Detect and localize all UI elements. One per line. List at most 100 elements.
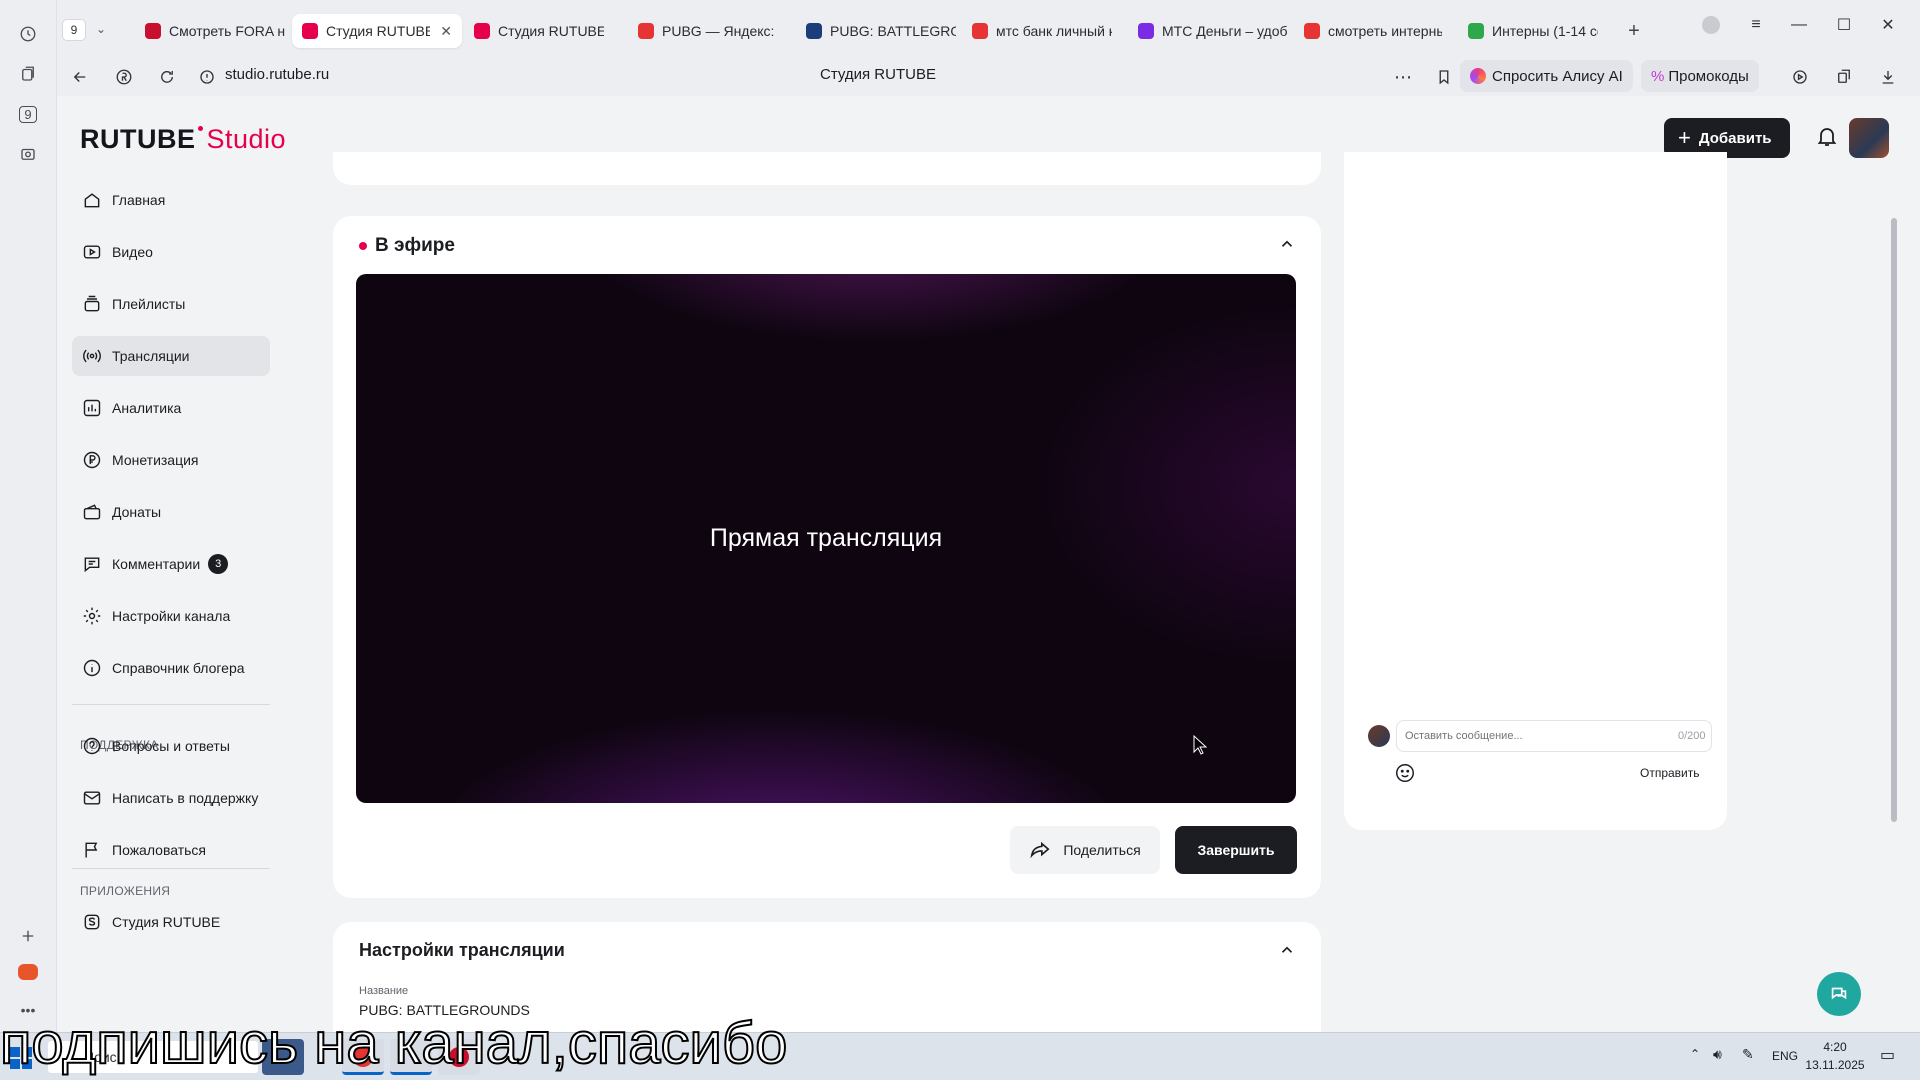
name-label: Название — [359, 985, 409, 997]
add-panel-icon[interactable] — [14, 922, 42, 950]
tray-chevron-icon[interactable]: ⌃ — [1690, 1047, 1700, 1061]
bookmark-icon[interactable] — [1431, 64, 1457, 90]
previous-card — [333, 152, 1321, 185]
volume-icon[interactable]: 🔊︎ — [1713, 1046, 1722, 1063]
tab[interactable]: смотреть интерны — [1294, 14, 1452, 48]
collections-icon[interactable] — [14, 60, 42, 88]
extensions-icon[interactable] — [1831, 64, 1857, 90]
clock[interactable]: 4:20 13.11.2025 — [1800, 1038, 1870, 1074]
sidebar-item[interactable]: Справочник блогера — [72, 648, 270, 688]
tab-favicon-icon — [1468, 23, 1484, 39]
comment-icon — [84, 557, 100, 573]
chat-char-counter: 0/200 — [1678, 730, 1706, 742]
screenshot-icon[interactable] — [14, 140, 42, 168]
collapse-settings-button[interactable] — [1275, 938, 1299, 962]
emoji-icon[interactable] — [1394, 762, 1418, 786]
tab-label: смотреть интерны — [1328, 23, 1442, 39]
sidebar-item[interactable]: Донаты — [72, 492, 270, 532]
tab[interactable]: PUBG: BATTLEGRO — [796, 14, 966, 48]
sidebar-item-label: Настройки канала — [112, 608, 231, 624]
sidebar-item[interactable]: Монетизация — [72, 440, 270, 480]
bell-icon[interactable] — [1815, 124, 1843, 152]
tab-label: мтс банк личный ка — [996, 23, 1112, 39]
alice-icon — [1470, 68, 1486, 84]
pen-icon[interactable]: ✎ — [1742, 1046, 1754, 1063]
avatar[interactable] — [1849, 118, 1889, 158]
sidebar-item-label: Справочник блогера — [112, 660, 245, 676]
tab-label: PUBG — Яндекс: на — [662, 23, 778, 39]
tab[interactable]: Смотреть FORA на — [135, 14, 295, 48]
sidebar-item-label: Написать в поддержку — [112, 790, 259, 806]
sidebar-item-studio-app[interactable]: Студия RUTUBE — [72, 902, 270, 942]
live-indicator-icon — [359, 242, 367, 250]
video-panel-icon[interactable] — [1787, 64, 1813, 90]
sidebar-item[interactable]: Настройки канала — [72, 596, 270, 636]
tab[interactable]: Студия RUTUBE ✕ — [292, 14, 462, 48]
maximize-button[interactable]: ☐ — [1829, 10, 1859, 40]
minimize-button[interactable]: — — [1784, 10, 1814, 40]
collapse-live-button[interactable] — [1275, 232, 1299, 256]
promo-button[interactable]: % Промокоды — [1641, 60, 1759, 92]
sidebar-item[interactable]: Плейлисты — [72, 284, 270, 324]
notifications-icon[interactable]: ▭ — [1880, 1045, 1895, 1065]
video-player[interactable]: Прямая трансляция — [356, 274, 1296, 803]
sidebar-item[interactable]: Главная — [72, 182, 270, 220]
new-tab-button[interactable]: + — [1621, 18, 1647, 44]
download-icon[interactable] — [1875, 64, 1901, 90]
share-button[interactable]: Поделиться — [1010, 826, 1160, 874]
broadcast-icon — [83, 349, 101, 363]
analytics-icon — [83, 399, 101, 417]
sidebar-item[interactable]: Видео — [72, 232, 270, 272]
chat-message-input[interactable] — [1396, 720, 1712, 752]
sidebar-item[interactable]: Аналитика — [72, 388, 270, 428]
tab-favicon-icon — [474, 23, 490, 39]
close-tab-icon[interactable]: ✕ — [440, 23, 452, 40]
tab[interactable]: Студия RUTUBE — [464, 14, 614, 48]
sidebar-item[interactable]: Комментарии 3 — [72, 544, 270, 584]
close-window-button[interactable]: ✕ — [1873, 10, 1903, 40]
reload-button[interactable] — [154, 64, 180, 90]
tab-label: Смотреть FORA на — [169, 23, 285, 39]
tab[interactable]: PUBG — Яндекс: на — [628, 14, 788, 48]
tab-label: PUBG: BATTLEGRO — [830, 23, 956, 39]
tab[interactable]: МТС Деньги – удоб — [1128, 14, 1298, 48]
chat-avatar — [1368, 725, 1390, 747]
language-indicator[interactable]: ENG — [1772, 1049, 1798, 1063]
chevron-up-icon — [1281, 240, 1293, 247]
tab-favicon-icon — [638, 23, 654, 39]
scroll-thumb[interactable] — [1891, 218, 1897, 822]
help-chat-button[interactable] — [1817, 972, 1861, 1016]
end-stream-button[interactable]: Завершить — [1175, 826, 1297, 874]
sidebar-item[interactable]: Вопросы и ответы — [72, 726, 270, 766]
sidebar-item-label: Донаты — [112, 504, 162, 520]
yandex-icon[interactable] — [111, 64, 137, 90]
more-actions-icon[interactable]: ⋯ — [1390, 64, 1416, 90]
tab[interactable]: Интерны (1-14 сезо — [1458, 14, 1608, 48]
rutube-studio-logo[interactable]: RUTUBE Studio — [80, 124, 286, 155]
sidebar-item-label: Трансляции — [112, 348, 190, 364]
menu-icon[interactable]: ≡ — [1741, 10, 1771, 40]
heart-app-icon[interactable] — [14, 958, 42, 986]
send-button[interactable]: Отправить — [1640, 766, 1700, 780]
sidebar-item[interactable]: Написать в поддержку — [72, 778, 270, 818]
tab-count-button[interactable]: 9 — [62, 19, 86, 41]
share-icon — [1030, 841, 1050, 859]
chevron-up-icon — [1281, 946, 1293, 953]
sidebar-item-label: Вопросы и ответы — [112, 738, 230, 754]
studio-app-icon — [84, 914, 100, 930]
flag-icon — [85, 842, 98, 858]
back-button[interactable] — [67, 64, 93, 90]
chevron-down-icon[interactable]: ⌄ — [96, 22, 106, 36]
history-icon[interactable] — [14, 20, 42, 48]
profile-icon[interactable] — [1696, 10, 1726, 40]
sidebar-item[interactable]: Пожаловаться — [72, 830, 270, 870]
url-field[interactable]: studio.rutube.ru — [225, 66, 329, 83]
site-info-icon[interactable] — [194, 64, 220, 90]
tab[interactable]: мтс банк личный ка — [962, 14, 1122, 48]
alice-button[interactable]: Спросить Алису AI — [1460, 60, 1633, 92]
live-card: В эфире Прямая трансляция Поделиться Зав… — [333, 216, 1321, 898]
page-title: Студия RUTUBE — [820, 66, 936, 83]
page-scrollbar[interactable] — [1889, 96, 1899, 1032]
sidebar-item[interactable]: Трансляции — [72, 336, 270, 376]
counter-icon[interactable]: 9 — [14, 100, 42, 128]
